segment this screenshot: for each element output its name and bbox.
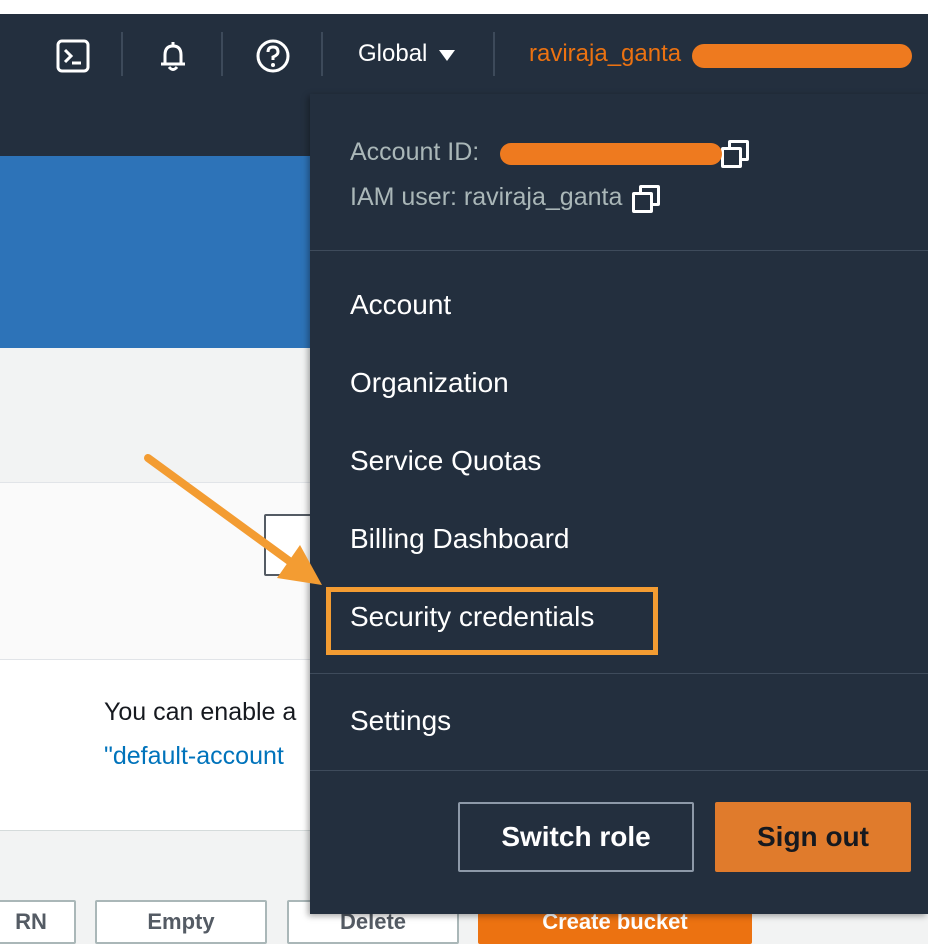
sign-out-button[interactable]: Sign out bbox=[715, 802, 911, 872]
nav-divider bbox=[221, 32, 223, 76]
nav-divider bbox=[321, 32, 323, 76]
cloudshell-icon[interactable] bbox=[55, 38, 91, 74]
menu-item-service-quotas[interactable]: Service Quotas bbox=[350, 445, 541, 477]
copy-arn-button[interactable]: RN bbox=[0, 900, 76, 944]
menu-item-settings[interactable]: Settings bbox=[350, 705, 451, 737]
menu-item-organization[interactable]: Organization bbox=[350, 367, 509, 399]
menu-item-account[interactable]: Account bbox=[350, 289, 451, 321]
copy-icon[interactable] bbox=[632, 184, 661, 213]
nav-divider bbox=[493, 32, 495, 76]
redaction-mark bbox=[500, 143, 722, 165]
empty-button[interactable]: Empty bbox=[95, 900, 267, 944]
region-selector[interactable]: Global bbox=[358, 40, 456, 68]
copy-icon[interactable] bbox=[721, 139, 750, 168]
menu-divider bbox=[310, 250, 928, 251]
redaction-mark bbox=[692, 44, 912, 68]
username: raviraja_ganta bbox=[529, 40, 682, 67]
account-menu-trigger[interactable]: raviraja_ganta bbox=[529, 40, 681, 68]
header-banner bbox=[0, 156, 310, 348]
nav-divider bbox=[121, 32, 123, 76]
iam-user-row: IAM user: raviraja_ganta bbox=[350, 183, 661, 213]
menu-divider bbox=[310, 673, 928, 674]
browser-top-strip bbox=[0, 0, 928, 15]
info-link[interactable]: "default-account bbox=[104, 742, 284, 771]
menu-divider bbox=[310, 770, 928, 771]
caret-down-icon bbox=[439, 49, 456, 61]
account-dropdown-menu bbox=[310, 94, 928, 914]
help-icon[interactable] bbox=[255, 38, 291, 74]
switch-role-button[interactable]: Switch role bbox=[458, 802, 694, 872]
bell-icon[interactable] bbox=[155, 38, 191, 74]
iam-user-label: IAM user: raviraja_ganta bbox=[350, 183, 623, 211]
menu-item-billing-dashboard[interactable]: Billing Dashboard bbox=[350, 523, 569, 555]
account-id-label: Account ID: bbox=[350, 138, 480, 166]
region-label: Global bbox=[358, 40, 428, 67]
info-text: You can enable a bbox=[104, 698, 297, 726]
highlight-box bbox=[326, 587, 658, 655]
